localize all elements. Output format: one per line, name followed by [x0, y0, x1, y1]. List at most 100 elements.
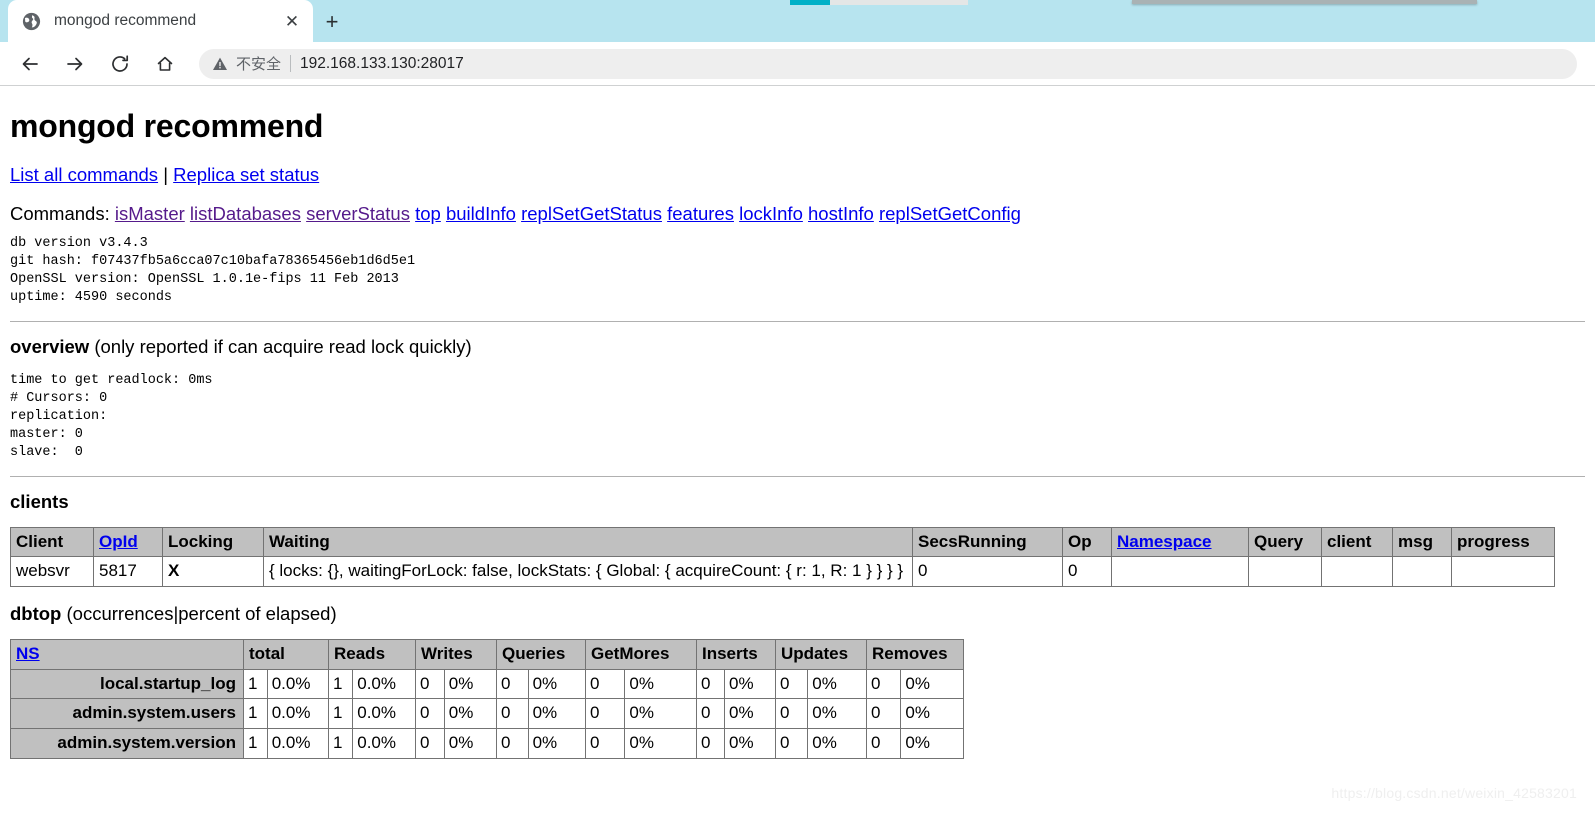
table-header-row: Client OpId Locking Waiting SecsRunning Op Nam… [10, 526, 1555, 558]
dbtop-cell-14: 0 [865, 728, 902, 759]
overlay-progress-track [830, 0, 968, 5]
clients-header-link-namespace[interactable]: Namespace [1117, 532, 1212, 551]
top-links: List all commands | Replica set status [10, 163, 1585, 186]
table-row: admin.system.version 1 0.0% 1 0.0% 0 0% 0 0% 0 0% 0… [10, 728, 964, 759]
browser-tab[interactable]: mongod recommend ✕ [8, 0, 313, 42]
dbtop-header-writes: Writes [415, 639, 497, 670]
dbtop-cell-ns: admin.system.users [10, 698, 244, 730]
dbtop-cell-1: 0.0% [266, 698, 330, 730]
clients-header-msg: msg [1392, 526, 1452, 558]
clients-cell-client: websvr [10, 556, 94, 588]
clients-header-link-opid[interactable]: OpId [99, 532, 138, 551]
dbtop-cell-3: 0.0% [352, 698, 416, 730]
close-icon[interactable]: ✕ [279, 8, 305, 34]
clients-cell-secsrunning: 0 [912, 556, 1063, 588]
dbtop-cell-2: 1 [327, 698, 354, 730]
warning-triangle-icon[interactable] [212, 56, 228, 72]
dbtop-cell-12: 0 [774, 698, 809, 730]
clients-header-waiting: Waiting [263, 526, 913, 558]
dbtop-cell-12: 0 [774, 728, 809, 759]
reload-icon[interactable] [102, 46, 138, 82]
dbtop-cell-0: 1 [243, 698, 268, 730]
overview-block: time to get readlock: 0ms # Cursors: 0 r… [10, 373, 213, 460]
forward-icon[interactable] [57, 46, 93, 82]
dbtop-cell-ns: admin.system.version [10, 728, 244, 759]
dbtop-cell-11: 0% [724, 698, 776, 730]
dbtop-cell-3: 0.0% [352, 728, 416, 759]
command-link-lockInfo[interactable]: lockInfo [739, 203, 803, 224]
clients-cell-op: 0 [1062, 556, 1112, 588]
dbtop-cell-10: 0 [695, 668, 726, 700]
clients-cell-msg [1392, 556, 1452, 588]
dbtop-cell-8: 0 [584, 668, 626, 700]
clients-header-opid[interactable]: OpId [93, 526, 163, 558]
command-link-serverStatus[interactable]: serverStatus [306, 203, 410, 224]
url-text[interactable]: 192.168.133.130:28017 [300, 55, 464, 73]
command-link-replSetGetConfig[interactable]: replSetGetConfig [879, 203, 1021, 224]
back-icon[interactable] [12, 46, 48, 82]
dbtop-cell-13: 0% [807, 668, 867, 700]
dbtop-header-queries: Queries [496, 639, 586, 670]
dbtop-cell-8: 0 [584, 728, 626, 759]
dbtop-heading-rest: (occurrences|percent of elapsed) [61, 603, 337, 625]
dbtop-cell-7: 0% [527, 668, 587, 700]
tab-title: mongod recommend [54, 12, 197, 29]
dbtop-header-getmores: GetMores [585, 639, 697, 670]
command-link-buildInfo[interactable]: buildInfo [446, 203, 516, 224]
overlay-panel-sliver [1132, 0, 1477, 4]
dbtop-cell-9: 0% [624, 668, 697, 700]
dbtop-cell-3: 0.0% [352, 668, 416, 700]
overlay-progress-filled [790, 0, 830, 5]
dbtop-cell-15: 0% [900, 698, 964, 730]
dbtop-cell-6: 0 [496, 698, 529, 730]
address-bar[interactable]: 不安全 192.168.133.130:28017 [199, 48, 1577, 79]
dbtop-cell-5: 0% [443, 698, 498, 730]
dbtop-cell-4: 0 [415, 698, 445, 730]
commands-line: Commands: isMaster listDatabases serverS… [10, 202, 1585, 225]
new-tab-icon[interactable]: + [318, 8, 346, 36]
dbtop-cell-12: 0 [774, 668, 809, 700]
dbtop-cell-7: 0% [527, 728, 587, 759]
clients-header-client: client [1321, 526, 1393, 558]
command-link-features[interactable]: features [667, 203, 734, 224]
dbtop-cell-2: 1 [327, 728, 354, 759]
command-link-top[interactable]: top [415, 203, 441, 224]
security-status-label: 不安全 [236, 56, 282, 73]
dbtop-cell-15: 0% [900, 668, 964, 700]
top-link-1[interactable]: Replica set status [173, 164, 319, 185]
overview-heading: overview (only reported if can acquire r… [10, 336, 1585, 358]
clients-cell-namespace [1111, 556, 1249, 588]
top-link-0[interactable]: List all commands [10, 164, 158, 185]
dbtop-header-removes: Removes [866, 639, 964, 670]
command-link-hostInfo[interactable]: hostInfo [808, 203, 874, 224]
dbtop-cell-10: 0 [695, 728, 726, 759]
clients-header-secsrunning: SecsRunning [912, 526, 1063, 558]
globe-icon [22, 12, 41, 31]
dbtop-cell-1: 0.0% [266, 728, 330, 759]
command-link-replSetGetStatus[interactable]: replSetGetStatus [521, 203, 662, 224]
browser-chrome: mongod recommend ✕ + 不安全 192.168.133.130… [0, 0, 1595, 86]
command-link-listDatabases[interactable]: listDatabases [190, 203, 301, 224]
dbtop-cell-15: 0% [900, 728, 964, 759]
dbtop-heading-bold: dbtop [10, 603, 62, 625]
dbtop-header-link-ns[interactable]: NS [16, 644, 40, 663]
clients-cell-progress [1451, 556, 1555, 588]
dbtop-cell-6: 0 [496, 668, 529, 700]
dbtop-header-ns[interactable]: NS [10, 639, 244, 670]
dbtop-cell-13: 0% [807, 698, 867, 730]
dbtop-cell-4: 0 [415, 728, 445, 759]
page-viewport: mongod recommend List all commands | Rep… [0, 86, 1595, 815]
home-icon[interactable] [147, 46, 183, 82]
table-row: local.startup_log 1 0.0% 1 0.0% 0 0% 0 0% 0 0% 0 0% 0… [10, 668, 964, 700]
tab-strip: mongod recommend ✕ + [0, 0, 1595, 42]
page-title: mongod recommend [10, 108, 324, 144]
overview-heading-rest: (only reported if can acquire read lock … [89, 336, 472, 358]
dbtop-cell-5: 0% [443, 728, 498, 759]
dbtop-cell-ns: local.startup_log [10, 668, 244, 700]
command-link-isMaster[interactable]: isMaster [115, 203, 185, 224]
clients-cell-locking: X [162, 556, 264, 588]
clients-header-namespace[interactable]: Namespace [1111, 526, 1249, 558]
dbtop-cell-2: 1 [327, 668, 354, 700]
dbtop-cell-5: 0% [443, 668, 498, 700]
omnibox-divider [290, 55, 292, 72]
